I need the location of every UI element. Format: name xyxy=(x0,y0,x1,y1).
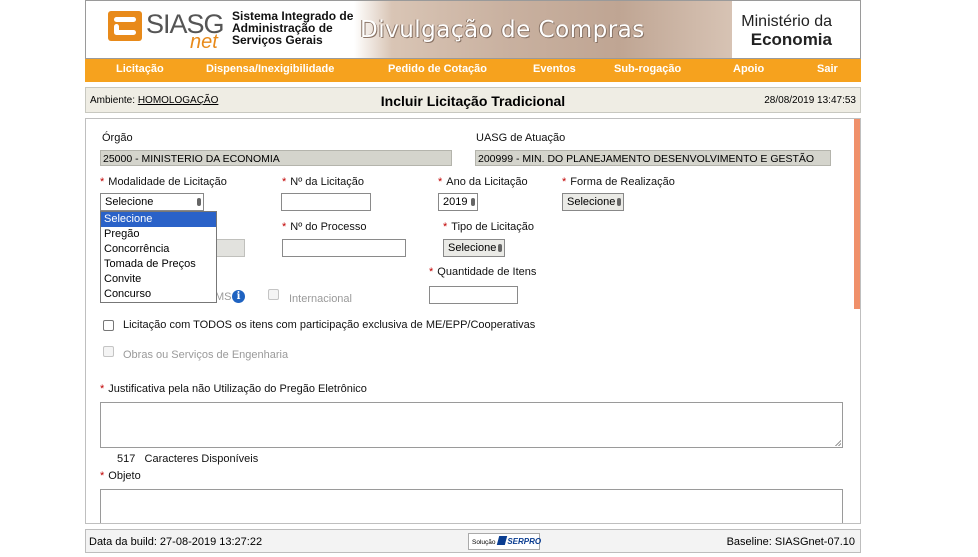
menu-item-sair[interactable]: Sair xyxy=(817,63,838,75)
logo-sub: net xyxy=(190,31,218,53)
required-mark: * xyxy=(438,176,443,188)
system-title-line: Serviços Gerais xyxy=(232,33,323,47)
obras-checkbox[interactable] xyxy=(103,346,114,357)
menu-item-licitacao[interactable]: Licitação xyxy=(116,63,164,75)
modalidade-select[interactable]: Selecione xyxy=(100,193,204,211)
banner: Divulgação de Compras xyxy=(354,1,732,58)
uasg-field: 200999 - MIN. DO PLANEJAMENTO DESENVOLVI… xyxy=(475,150,831,166)
serpro-mark-icon xyxy=(497,536,508,545)
header: SIASG net Sistema Integrado de Administr… xyxy=(85,0,861,59)
ano-value: 2019 xyxy=(443,196,468,208)
forma-label: * Forma de Realização xyxy=(562,176,675,188)
siasg-logo-icon xyxy=(108,11,142,41)
chars-available: 517 Caracteres Disponíveis xyxy=(117,453,258,465)
form-area: Órgão 25000 - MINISTERIO DA ECONOMIA UAS… xyxy=(85,118,861,524)
baseline: Baseline: SIASGnet-07.10 xyxy=(726,536,855,548)
required-mark: * xyxy=(100,176,105,188)
option-concurso[interactable]: Concurso xyxy=(101,287,216,302)
required-mark: * xyxy=(429,266,434,278)
internacional-label: Internacional xyxy=(289,293,352,305)
option-convite[interactable]: Convite xyxy=(101,272,216,287)
scrollbar[interactable] xyxy=(854,119,860,309)
me-epp-label: Licitação com TODOS os itens com partici… xyxy=(123,319,536,331)
system-title: Sistema Integrado de Administração de Se… xyxy=(232,10,362,46)
required-mark: * xyxy=(282,221,287,233)
info-icon[interactable]: i xyxy=(232,290,245,303)
internacional-checkbox[interactable] xyxy=(268,289,279,300)
page-frame: SIASG net Sistema Integrado de Administr… xyxy=(85,0,861,557)
select-arrow-icon xyxy=(617,198,621,206)
select-arrow-icon xyxy=(197,198,201,206)
serpro-logo-name: SERPRO xyxy=(507,537,542,546)
option-pregao[interactable]: Pregão xyxy=(101,227,216,242)
processo-label: * Nº do Processo xyxy=(282,221,367,233)
uasg-label: UASG de Atuação xyxy=(476,132,566,144)
resize-grip-icon[interactable] xyxy=(835,440,841,446)
chars-count: 517 xyxy=(117,453,136,465)
numero-licitacao-input[interactable] xyxy=(281,193,371,211)
select-arrow-icon xyxy=(498,244,502,252)
me-epp-checkbox[interactable] xyxy=(103,320,114,331)
datetime: 28/08/2019 13:47:53 xyxy=(764,95,856,106)
objeto-label: * Objeto xyxy=(100,470,141,482)
required-mark: * xyxy=(100,383,105,395)
justificativa-label: * Justificativa pela não Utilização do Pr… xyxy=(100,383,367,395)
select-arrow-icon xyxy=(471,198,475,206)
numero-label: * Nº da Licitação xyxy=(282,176,365,188)
justificativa-textarea[interactable] xyxy=(100,402,843,448)
orgao-label: Órgão xyxy=(102,132,133,144)
title-bar: Ambiente: HOMOLOGAÇÃO Incluir Licitação … xyxy=(85,87,861,113)
footer: Data da build: 27-08-2019 13:27:22 Soluç… xyxy=(85,529,861,553)
banner-title: Divulgação de Compras xyxy=(360,17,645,43)
tipo-select[interactable]: Selecione xyxy=(443,239,505,257)
ministry-name: Ministério da Economia xyxy=(741,13,832,50)
objeto-textarea[interactable] xyxy=(100,489,843,523)
option-selecione[interactable]: Selecione xyxy=(101,212,216,227)
menu-item-dispensa[interactable]: Dispensa/Inexigibilidade xyxy=(206,63,334,75)
ano-label: * Ano da Licitação xyxy=(438,176,528,188)
build-date: Data da build: 27-08-2019 13:27:22 xyxy=(89,536,263,548)
menu-item-pedido-cotacao[interactable]: Pedido de Cotação xyxy=(388,63,487,75)
orgao-field: 25000 - MINISTERIO DA ECONOMIA xyxy=(100,150,452,166)
menu-item-eventos[interactable]: Eventos xyxy=(533,63,576,75)
processo-input[interactable] xyxy=(282,239,406,257)
main-menu: Licitação Dispensa/Inexigibilidade Pedid… xyxy=(85,59,861,82)
option-concorrencia[interactable]: Concorrência xyxy=(101,242,216,257)
forma-select[interactable]: Selecione xyxy=(562,193,624,211)
modalidade-label: * Modalidade de Licitação xyxy=(100,176,227,188)
siasg-logo: SIASG net xyxy=(108,9,225,53)
option-tomada-de-precos[interactable]: Tomada de Preços xyxy=(101,257,216,272)
ministry-line2: Economia xyxy=(750,30,832,49)
menu-item-apoio[interactable]: Apoio xyxy=(733,63,764,75)
serpro-logo: Solução SERPRO xyxy=(468,533,542,550)
modalidade-dropdown-list: Selecione Pregão Concorrência Tomada de … xyxy=(100,211,217,303)
required-mark: * xyxy=(443,221,448,233)
ano-select[interactable]: 2019 xyxy=(438,193,478,211)
required-mark: * xyxy=(282,176,287,188)
obras-label: Obras ou Serviços de Engenharia xyxy=(123,349,289,361)
required-mark: * xyxy=(100,470,105,482)
tipo-label: * Tipo de Licitação xyxy=(443,221,535,233)
ministry-line1: Ministério da xyxy=(741,13,832,30)
srp-label: MS xyxy=(215,291,232,303)
serpro-logo-prefix: Solução xyxy=(472,539,496,546)
required-mark: * xyxy=(562,176,567,188)
forma-value: Selecione xyxy=(567,196,616,208)
quantidade-input[interactable] xyxy=(429,286,518,304)
page-title: Incluir Licitação Tradicional xyxy=(380,93,566,109)
chars-label: Caracteres Disponíveis xyxy=(144,453,259,465)
quantidade-label: * Quantidade de Itens xyxy=(429,266,537,278)
modalidade-value: Selecione xyxy=(105,196,154,208)
menu-item-sub-rogacao[interactable]: Sub-rogação xyxy=(614,63,681,75)
tipo-value: Selecione xyxy=(448,242,497,254)
